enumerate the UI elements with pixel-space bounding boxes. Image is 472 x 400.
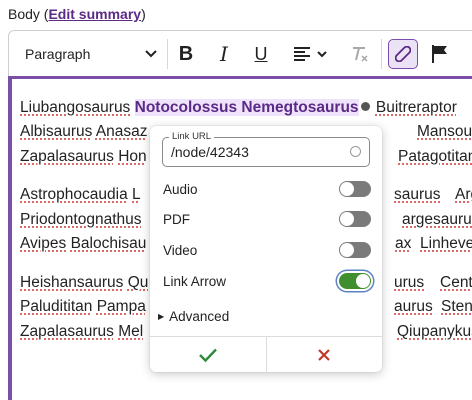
word: Centem [440, 271, 472, 296]
toggle-knob [340, 212, 354, 226]
paragraph-line: Zapalasaurus Mel Qiupanykus [20, 320, 143, 345]
bold-button[interactable]: B [171, 39, 201, 69]
link-arrow-toggle[interactable] [339, 273, 371, 289]
bold-icon: B [179, 43, 193, 66]
word: ax [395, 232, 411, 257]
audio-toggle[interactable] [339, 181, 371, 197]
option-video: Video [163, 239, 371, 261]
word: Liubangosaurus [20, 99, 130, 116]
video-toggle[interactable] [339, 242, 371, 258]
field-label: Body (Edit summary) [8, 6, 146, 22]
option-label: PDF [163, 212, 190, 227]
save-link-button[interactable] [150, 337, 267, 373]
toolbar-divider [381, 39, 382, 69]
word: Qiupanykus [397, 320, 472, 345]
word: Albisaurus [20, 123, 92, 140]
word: Anasaz [96, 123, 148, 140]
word: Astrophocaudia [20, 186, 128, 203]
word: Patagotitan S [398, 145, 472, 170]
underline-button[interactable]: U [246, 39, 276, 69]
toggle-knob [356, 274, 370, 288]
toggle-knob [340, 182, 354, 196]
editor-screen: Body (Edit summary) Paragraph B I U Liub… [0, 0, 472, 400]
word: Hon [118, 148, 146, 165]
word: Buitreraptor [376, 99, 457, 116]
link-url-input[interactable]: /node/42343 [171, 144, 249, 160]
field-label-close: ) [141, 6, 146, 22]
word: Mansourasa [417, 120, 472, 145]
word: urus [394, 271, 424, 296]
option-label: Video [163, 243, 197, 258]
underline-icon: U [255, 44, 268, 65]
word: Steno [441, 295, 472, 320]
pdf-toggle[interactable] [339, 211, 371, 227]
word: Zapalasaurus [20, 323, 114, 340]
word: Paludititan [20, 298, 92, 315]
word: Priodontognathus [20, 211, 142, 228]
option-link-arrow: Link Arrow [163, 270, 371, 292]
popup-actions [150, 336, 382, 373]
linked-text[interactable]: Notocolossus Nemegtosaurus [135, 99, 359, 116]
advanced-disclosure[interactable]: ▶ Advanced [158, 309, 229, 324]
close-icon [317, 348, 331, 362]
link-button[interactable] [388, 39, 418, 69]
word: aurus [394, 295, 433, 320]
paragraph-line: Zapalasaurus Hon Patagotitan S [20, 145, 147, 170]
word: argesaurus [402, 208, 472, 233]
remove-format-icon [351, 45, 369, 63]
word: Avipes [20, 235, 66, 252]
flag-icon [431, 44, 449, 64]
flag-button[interactable] [425, 39, 455, 69]
option-audio: Audio [163, 178, 371, 200]
paragraph-format-value: Paragraph [25, 46, 90, 62]
paragraph-format-dropdown[interactable]: Paragraph [25, 43, 157, 65]
toggle-knob [340, 243, 354, 257]
chevron-down-icon [145, 50, 157, 58]
option-label: Audio [163, 182, 198, 197]
link-url-label: Link URL [169, 131, 214, 142]
chevron-down-icon [317, 51, 327, 58]
field-label-text: Body ( [8, 6, 48, 22]
word: Argyr [455, 183, 472, 208]
word: Zapalasaurus [20, 148, 114, 165]
paragraph-line: Priodontognathus argesaurus [20, 208, 142, 233]
word: Mel [118, 323, 143, 340]
paragraph-line: Albisaurus Anasaz Mansourasa [20, 120, 148, 145]
alignment-dropdown[interactable] [287, 39, 333, 69]
link-url-field[interactable]: Link URL /node/42343 [162, 137, 370, 167]
word: Pampa [97, 298, 146, 315]
advanced-label: Advanced [169, 309, 229, 324]
paragraph-line: Paludititan Pampa aurus Steno [20, 295, 146, 320]
word: Linheven [420, 232, 472, 257]
word: Balochisau [71, 235, 147, 252]
option-pdf: PDF [163, 208, 371, 230]
link-popup: Link URL /node/42343 Audio PDF Video Lin… [150, 126, 382, 372]
paragraph-line: Liubangosaurus Notocolossus Nemegtosauru… [20, 96, 457, 121]
paragraph-line: Astrophocaudia L saurus Argyr [20, 183, 141, 208]
cancel-link-button[interactable] [267, 337, 383, 373]
align-icon [293, 47, 311, 61]
italic-icon: I [220, 42, 228, 66]
paragraph-line: Avipes Balochisau ax Linheven [20, 232, 146, 257]
edit-summary-link[interactable]: Edit summary [48, 6, 141, 22]
toolbar-divider [167, 39, 168, 69]
word: saurus [394, 183, 441, 208]
caret-right-icon: ▶ [158, 312, 164, 321]
word: L [132, 186, 141, 203]
word: Qu [128, 274, 149, 291]
remove-format-button[interactable] [345, 39, 375, 69]
check-icon [198, 347, 218, 363]
option-label: Link Arrow [163, 274, 226, 289]
editor-toolbar: Paragraph B I U [8, 30, 472, 77]
word: Heishansaurus [20, 274, 123, 291]
paragraph-line: Heishansaurus Qu urus Centem [20, 271, 148, 296]
autocomplete-spinner-icon [350, 146, 361, 157]
link-indicator-icon [361, 102, 370, 111]
italic-button[interactable]: I [209, 39, 239, 69]
link-icon [395, 46, 411, 62]
